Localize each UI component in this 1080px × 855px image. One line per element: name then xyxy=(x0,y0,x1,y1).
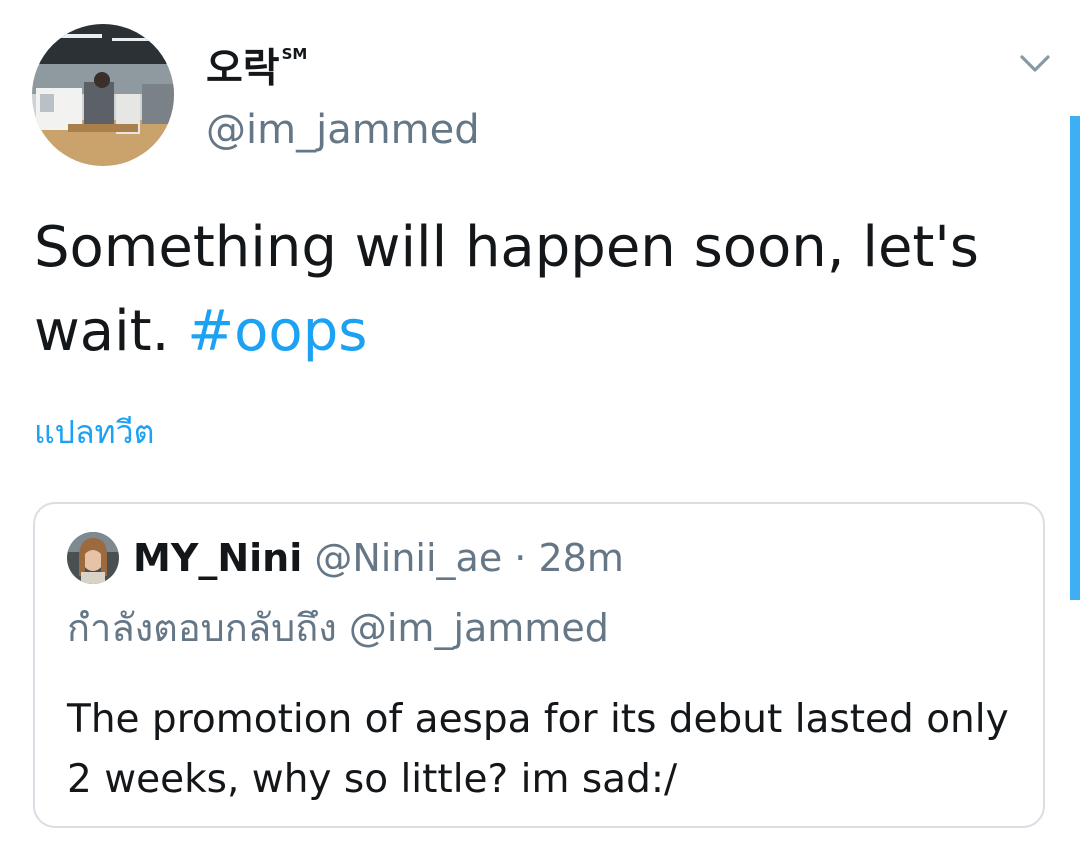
quoted-author-handle: @Ninii_ae xyxy=(314,536,503,580)
author-handle[interactable]: @im_jammed xyxy=(206,104,480,156)
quoted-timestamp: 28m xyxy=(538,536,624,580)
quoted-tweet-text: The promotion of aespa for its debut las… xyxy=(67,697,1009,802)
quoted-author-name: MY_Nini xyxy=(133,536,303,580)
tweet-detail-screen: 오락 SM @im_jammed Something will happen so… xyxy=(0,0,1080,855)
quoted-tweet-card[interactable]: MY_Nini @Ninii_ae · 28m กำลังตอบกลับถึง … xyxy=(33,502,1045,828)
header-separator: · xyxy=(514,536,527,580)
author-display-name[interactable]: 오락 SM xyxy=(206,36,307,94)
tweet-body: Something will happen soon, let's wait. xyxy=(34,215,979,364)
author-name-badge: SM xyxy=(281,45,308,63)
quoted-tweet-header: MY_Nini @Ninii_ae · 28m xyxy=(133,534,624,582)
reply-context: กำลังตอบกลับถึง @im_jammed xyxy=(67,606,609,650)
quoted-author-avatar xyxy=(67,532,119,584)
chevron-down-icon[interactable] xyxy=(1016,48,1054,78)
translate-tweet-link[interactable]: แปลทวีต xyxy=(34,410,154,454)
author-avatar[interactable] xyxy=(32,24,174,166)
scrollbar-thumb[interactable] xyxy=(1070,116,1080,600)
tweet-text: Something will happen soon, let's wait. … xyxy=(34,206,1044,374)
hashtag-link[interactable]: #oops xyxy=(187,299,367,364)
